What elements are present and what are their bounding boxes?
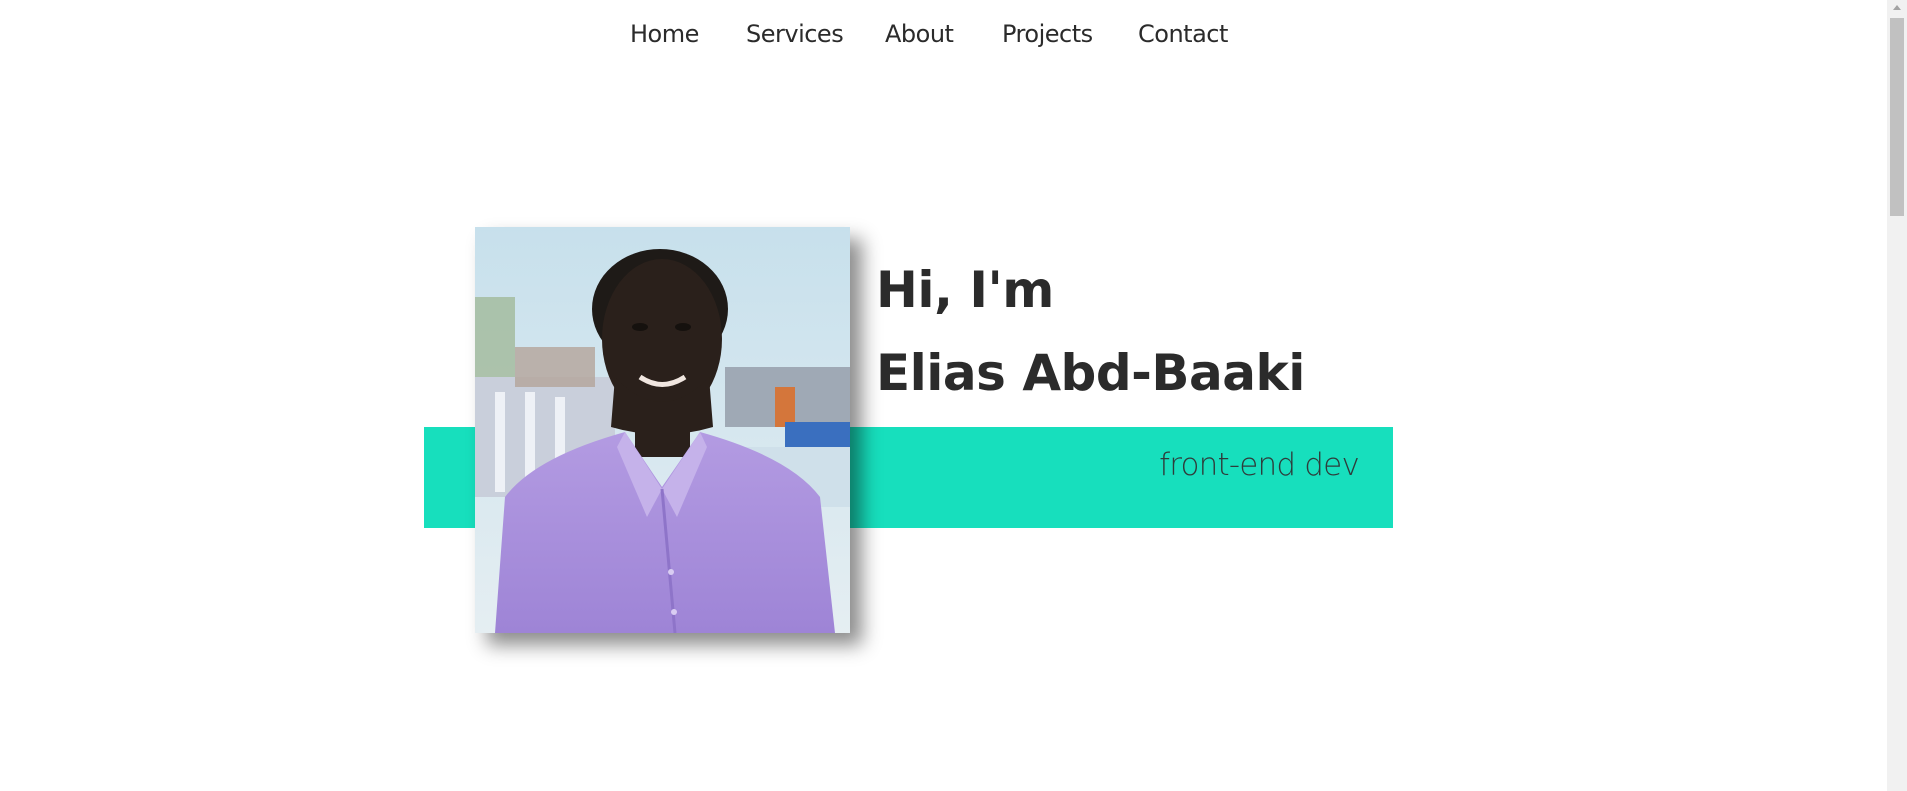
hero-role: front-end dev <box>1159 447 1360 483</box>
triangle-up-icon[interactable] <box>1887 0 1907 16</box>
vertical-scrollbar[interactable] <box>1887 0 1907 791</box>
hero-greeting: Hi, I'm <box>876 261 1054 319</box>
portfolio-page: Home Services About Projects Contact Hi,… <box>0 0 1907 791</box>
scrollbar-thumb[interactable] <box>1890 18 1904 216</box>
profile-photo-image <box>475 227 850 633</box>
nav-link-about[interactable]: About <box>885 20 954 48</box>
nav-link-projects[interactable]: Projects <box>1002 20 1093 48</box>
profile-photo <box>475 227 850 633</box>
nav-link-services[interactable]: Services <box>746 20 844 48</box>
main-nav: Home Services About Projects Contact <box>0 0 1887 76</box>
nav-link-contact[interactable]: Contact <box>1138 20 1228 48</box>
hero-name: Elias Abd-Baaki <box>876 344 1305 402</box>
nav-link-home[interactable]: Home <box>630 20 699 48</box>
